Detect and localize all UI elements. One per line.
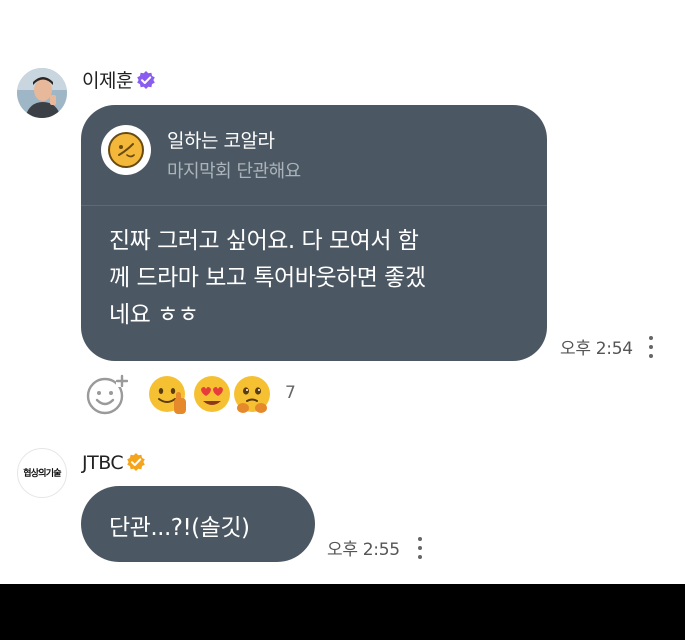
koala-icon (108, 132, 144, 168)
verified-badge-icon (136, 70, 156, 90)
message-bubble[interactable]: 일하는 코알라 마지막회 단관해요 진짜 그러고 싶어요. 다 모여서 함 께 … (81, 105, 547, 361)
message-line: 네요 ㅎㅎ (109, 302, 199, 328)
more-options-icon[interactable] (648, 336, 654, 360)
sender-name[interactable]: JTBC (82, 452, 124, 474)
reaction-count: 7 (285, 383, 296, 403)
add-reaction-icon[interactable] (86, 374, 129, 416)
avatar-logo-text: 협상의기술 (23, 469, 61, 479)
message-line: 께 드라마 보고 톡어바웃하면 좋겠 (109, 265, 426, 291)
message-time: 오후 2:55 (327, 540, 400, 560)
quote-author: 일하는 코알라 (167, 130, 275, 152)
reaction-group[interactable] (146, 374, 276, 418)
more-options-icon[interactable] (417, 537, 423, 561)
sender-name-row: JTBC (82, 452, 146, 474)
message-time: 오후 2:54 (560, 339, 633, 359)
sender-name-row: 이제훈 (82, 70, 156, 92)
sender-name[interactable]: 이제훈 (82, 70, 133, 92)
avatar-jtbc[interactable]: 협상의기술 (17, 448, 67, 498)
quote-text: 마지막회 단관해요 (167, 161, 301, 182)
message-text: 단관...?!(솔깃) (109, 515, 250, 541)
verified-badge-icon (126, 452, 146, 472)
pleading-emoji-icon (234, 376, 270, 413)
avatar-photo-icon (17, 68, 67, 118)
quote-avatar (101, 125, 151, 175)
message-text: 진짜 그러고 싶어요. 다 모여서 함 께 드라마 보고 톡어바웃하면 좋겠 네… (109, 223, 529, 334)
message-bubble[interactable]: 단관...?!(솔깃) (81, 486, 315, 562)
avatar-lee-jehoon[interactable] (17, 68, 67, 118)
heart-eyes-emoji-icon (194, 376, 230, 412)
message-line: 진짜 그러고 싶어요. 다 모여서 함 (109, 228, 419, 254)
thumbs-up-emoji-icon (149, 376, 186, 414)
quote-divider (81, 205, 547, 206)
bottom-black-bar (0, 584, 685, 640)
